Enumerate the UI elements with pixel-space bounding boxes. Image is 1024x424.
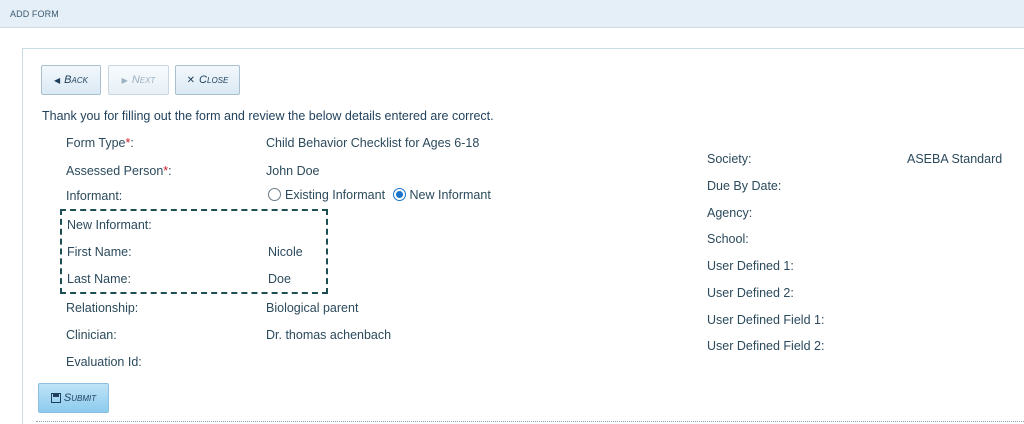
evaluation-id-label: Evaluation Id: xyxy=(66,355,142,369)
clinician-value: Dr. thomas achenbach xyxy=(266,328,392,342)
user-defined-field-2-label: User Defined Field 2: xyxy=(707,339,825,353)
user-defined-2-label: User Defined 2: xyxy=(707,286,794,300)
agency-label: Agency: xyxy=(707,206,753,220)
form-type-label: Form Type*: xyxy=(66,136,134,150)
required-marker: * xyxy=(125,136,131,150)
submit-button[interactable]: Submit xyxy=(38,383,109,413)
form-type-value: Child Behavior Checklist for Ages 6-18 xyxy=(266,136,480,150)
relationship-label: Relationship: xyxy=(66,301,139,315)
relationship-value: Biological parent xyxy=(266,301,359,315)
first-name-value: Nicole xyxy=(268,245,303,259)
assessed-person-value: John Doe xyxy=(266,164,320,178)
school-label: School: xyxy=(707,232,749,246)
existing-informant-radio[interactable] xyxy=(268,188,281,201)
close-button[interactable]: ✕ Close xyxy=(175,65,240,95)
close-icon: ✕ xyxy=(186,74,196,86)
new-informant-option-label: New Informant xyxy=(409,188,491,202)
last-name-value: Doe xyxy=(268,272,291,286)
new-informant-radio[interactable] xyxy=(392,188,406,201)
existing-informant-label: Existing Informant xyxy=(285,188,386,202)
intro-text: Thank you for filling out the form and r… xyxy=(42,109,494,123)
assessed-person-label: Assessed Person*: xyxy=(66,164,172,178)
informant-radio-group: Existing Informant New Informant xyxy=(268,188,491,202)
triangle-right-icon: ▶ xyxy=(121,75,128,85)
page-title: ADD FORM xyxy=(10,9,59,19)
user-defined-field-1-label: User Defined Field 1: xyxy=(707,313,825,327)
due-by-date-label: Due By Date: xyxy=(707,179,782,193)
clinician-label: Clinician: xyxy=(66,328,117,342)
required-marker: * xyxy=(163,164,169,178)
triangle-left-icon: ◀ xyxy=(54,75,61,85)
next-button[interactable]: ▶ Next xyxy=(108,65,169,95)
divider xyxy=(36,421,1024,422)
title-bar: ADD FORM xyxy=(0,0,1024,28)
new-informant-heading: New Informant: xyxy=(67,218,152,232)
save-icon xyxy=(50,393,61,403)
informant-label: Informant: xyxy=(66,189,123,203)
society-label: Society: xyxy=(707,152,752,166)
last-name-label: Last Name: xyxy=(67,272,131,286)
society-value: ASEBA Standard xyxy=(907,152,1003,166)
first-name-label: First Name: xyxy=(67,245,132,259)
back-button[interactable]: ◀ Back xyxy=(41,65,101,95)
user-defined-1-label: User Defined 1: xyxy=(707,259,794,273)
